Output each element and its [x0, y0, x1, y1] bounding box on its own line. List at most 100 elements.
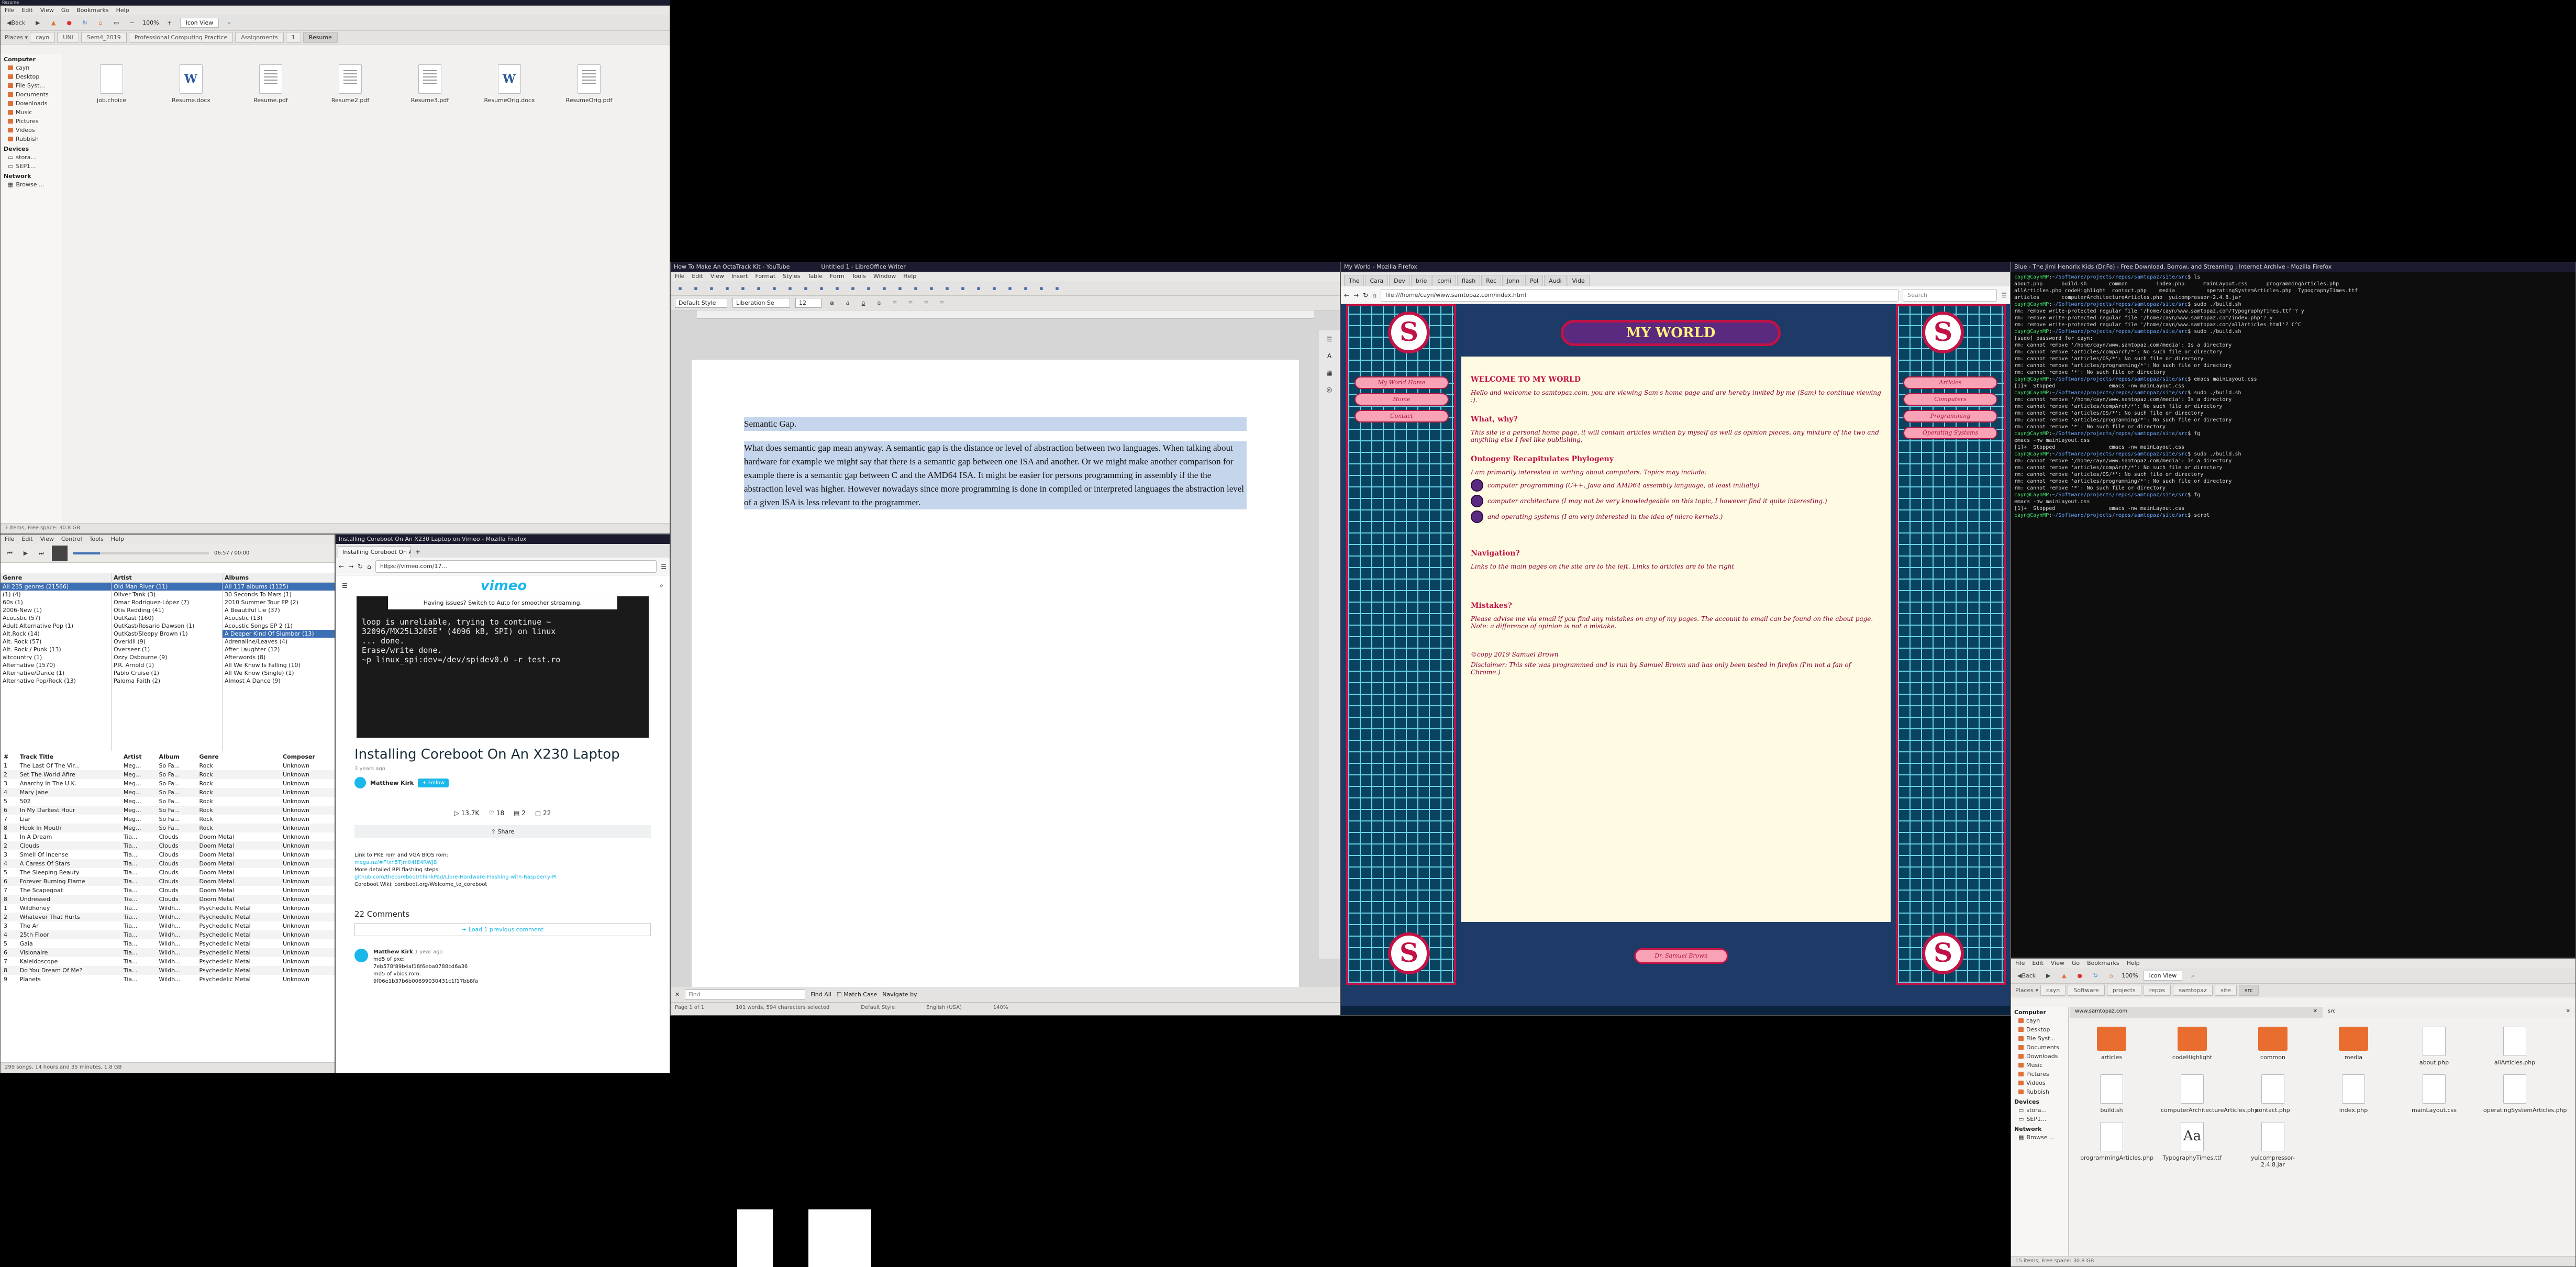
table-row[interactable]: 2 Clouds Tia... Clouds Doom Metal Unknown — [1, 841, 335, 850]
list-item[interactable]: 60s (1) — [1, 598, 111, 606]
avatar[interactable] — [354, 777, 366, 788]
tab-pol[interactable]: Pol — [1525, 275, 1544, 286]
search-icon[interactable]: ⌕ — [660, 582, 663, 590]
menu-item-file[interactable]: File — [2015, 960, 2025, 967]
file-item[interactable]: mainLayout.css — [2403, 1074, 2466, 1114]
sidebar-item[interactable]: File Syst... — [2011, 1034, 2068, 1043]
list-item[interactable]: altcountry (1) — [1, 653, 111, 661]
sidebar-item[interactable]: Desktop — [1, 72, 62, 81]
breadcrumb-item[interactable]: projects — [2106, 985, 2141, 996]
breadcrumb-item[interactable]: Resume — [303, 32, 338, 43]
menu-item-table[interactable]: Table — [808, 273, 823, 280]
menu-item-bookmarks[interactable]: Bookmarks — [2087, 960, 2119, 967]
tab-rec[interactable]: Rec — [1481, 275, 1502, 286]
italic-icon[interactable]: a — [842, 298, 853, 308]
sidebar-item[interactable]: Pictures — [1, 117, 62, 126]
list-item[interactable]: Acoustic (13) — [223, 614, 335, 622]
underline-icon[interactable]: a — [858, 298, 869, 308]
reload-icon[interactable]: ↻ — [80, 18, 90, 28]
search-input[interactable]: Search — [1903, 288, 1997, 302]
menu-item-file[interactable]: File — [5, 7, 14, 14]
menu-item-go[interactable]: Go — [2072, 960, 2080, 967]
table-row[interactable]: 4 Mary Jane Meg... So Fa... Rock Unknown — [1, 788, 335, 797]
nav-link[interactable]: Home — [1354, 393, 1449, 406]
table-row[interactable]: 1 In A Dream Tia... Clouds Doom Metal Unknown — [1, 832, 335, 841]
menu-item-control[interactable]: Control — [61, 536, 82, 543]
nav-link[interactable]: Computers — [1903, 393, 1997, 406]
breadcrumb-item[interactable]: 1 — [285, 32, 301, 43]
chart-icon[interactable]: ▪ — [895, 283, 905, 294]
table-row[interactable]: 7 The Scapegoat Tia... Clouds Doom Metal Unkn… — [1, 886, 335, 895]
special-char-icon[interactable]: ▪ — [958, 283, 968, 294]
file-item[interactable]: Aa TypographyTimes.ttf — [2161, 1122, 2224, 1168]
column-header[interactable]: # — [1, 752, 17, 761]
nav-link[interactable]: Articles — [1903, 376, 1997, 389]
menu-item-bookmarks[interactable]: Bookmarks — [76, 7, 108, 14]
sidebar-item[interactable]: Rubbish — [2011, 1087, 2068, 1096]
list-item[interactable]: P.R. Arnold (1) — [112, 661, 222, 669]
table-row[interactable]: 8 Undressed Tia... Clouds Doom Metal Unknown — [1, 895, 335, 904]
tab-flash[interactable]: flash — [1457, 275, 1481, 286]
bold-icon[interactable]: a — [827, 298, 837, 308]
list-item[interactable]: Alternative Pop/Rock (13) — [1, 677, 111, 685]
stop-icon[interactable]: ● — [64, 18, 74, 28]
play-icon[interactable]: ▶ — [20, 548, 31, 559]
sidebar-item[interactable]: Rubbish — [1, 135, 62, 143]
menu-item-insert[interactable]: Insert — [731, 273, 748, 280]
column-header[interactable]: Genre — [196, 752, 280, 761]
menu-item-view[interactable]: View — [40, 536, 54, 543]
url-bar[interactable]: file:///home/cayn/www.samtopaz.com/index… — [1380, 288, 1899, 302]
table-row[interactable]: 5 The Sleeping Beauty Tia... Clouds Doom Met… — [1, 868, 335, 877]
shapes-icon[interactable]: ▪ — [1052, 283, 1062, 294]
sidebar-item[interactable]: Documents — [2011, 1043, 2068, 1052]
styles-icon[interactable]: A — [1327, 352, 1331, 360]
sidebar-item[interactable]: Pictures — [2011, 1070, 2068, 1079]
forward-button[interactable]: ▶ — [2043, 971, 2053, 981]
breadcrumb-item[interactable]: cayn — [30, 32, 55, 43]
menu-item-view[interactable]: View — [40, 7, 54, 14]
align-center-icon[interactable]: ≡ — [905, 298, 916, 308]
file-item[interactable]: programmingArticles.php — [2080, 1122, 2153, 1168]
footer-button[interactable]: Dr. Samuel Brown — [1634, 948, 1728, 964]
properties-icon[interactable]: ☰ — [1327, 336, 1333, 343]
cut-icon[interactable]: ▪ — [753, 283, 764, 294]
seek-slider[interactable] — [73, 552, 209, 554]
list-item[interactable]: Almost A Dance (9) — [223, 677, 335, 685]
reload-icon[interactable]: ↻ — [358, 563, 363, 570]
tab-comi[interactable]: comi — [1433, 275, 1456, 286]
column-header[interactable]: Composer — [280, 752, 335, 761]
page-break-icon[interactable]: ▪ — [926, 283, 937, 294]
list-item[interactable]: Alternative/Dance (1) — [1, 669, 111, 677]
file-item[interactable]: yuicompressor-2.4.8.jar — [2241, 1122, 2304, 1168]
list-item[interactable]: Overseer (1) — [112, 646, 222, 653]
table-row[interactable]: 3 Anarchy In The U.K. Meg... So Fa... Rock Un… — [1, 779, 335, 788]
file-item[interactable]: contact.php — [2241, 1074, 2304, 1114]
back-icon[interactable]: ← — [339, 563, 344, 570]
list-item[interactable]: Acoustic (57) — [1, 614, 111, 622]
list-item[interactable]: After Laughter (12) — [223, 646, 335, 653]
description-line[interactable]: mega.nz/#F!xh5Tjm04!E4RWJB — [354, 859, 651, 866]
table-row[interactable]: 4A Caress Of Stars Tia... Clouds Doom Metal… — [1, 859, 335, 868]
file-item[interactable]: about.php — [2403, 1027, 2466, 1066]
nav-link[interactable]: Programming — [1903, 410, 1997, 423]
file-item[interactable]: computerArchitectureArticles.php — [2161, 1074, 2258, 1114]
table-row[interactable]: 2 Set The World Afire Meg... So Fa... Rock Un… — [1, 770, 335, 779]
menu-icon[interactable]: ☰ — [661, 563, 667, 570]
sidebar-item[interactable]: cayn — [1, 63, 62, 72]
find-all-button[interactable]: Find All — [810, 991, 831, 998]
menu-item-edit[interactable]: Edit — [2032, 960, 2043, 967]
print-icon[interactable]: ▪ — [738, 283, 748, 294]
home-icon[interactable]: ⌂ — [2106, 971, 2116, 981]
align-right-icon[interactable]: ≡ — [921, 298, 931, 308]
new-doc-icon[interactable]: ▪ — [675, 283, 685, 294]
stop-icon[interactable]: ● — [2074, 971, 2085, 981]
font-name-select[interactable]: Liberation Se — [732, 298, 790, 308]
tab-dev[interactable]: Dev — [1389, 275, 1410, 286]
list-item[interactable]: Adult Alternative Pop (1) — [1, 622, 111, 630]
likes-stat[interactable]: ♡ 18 — [488, 809, 504, 817]
nav-link[interactable]: My World Home — [1354, 376, 1449, 389]
file-item[interactable]: Resume2.pdf — [319, 64, 382, 104]
sidebar-item[interactable]: ▭ stora... — [1, 153, 62, 162]
menu-item-styles[interactable]: Styles — [783, 273, 800, 280]
list-item[interactable]: Alt.Rock (14) — [1, 630, 111, 638]
